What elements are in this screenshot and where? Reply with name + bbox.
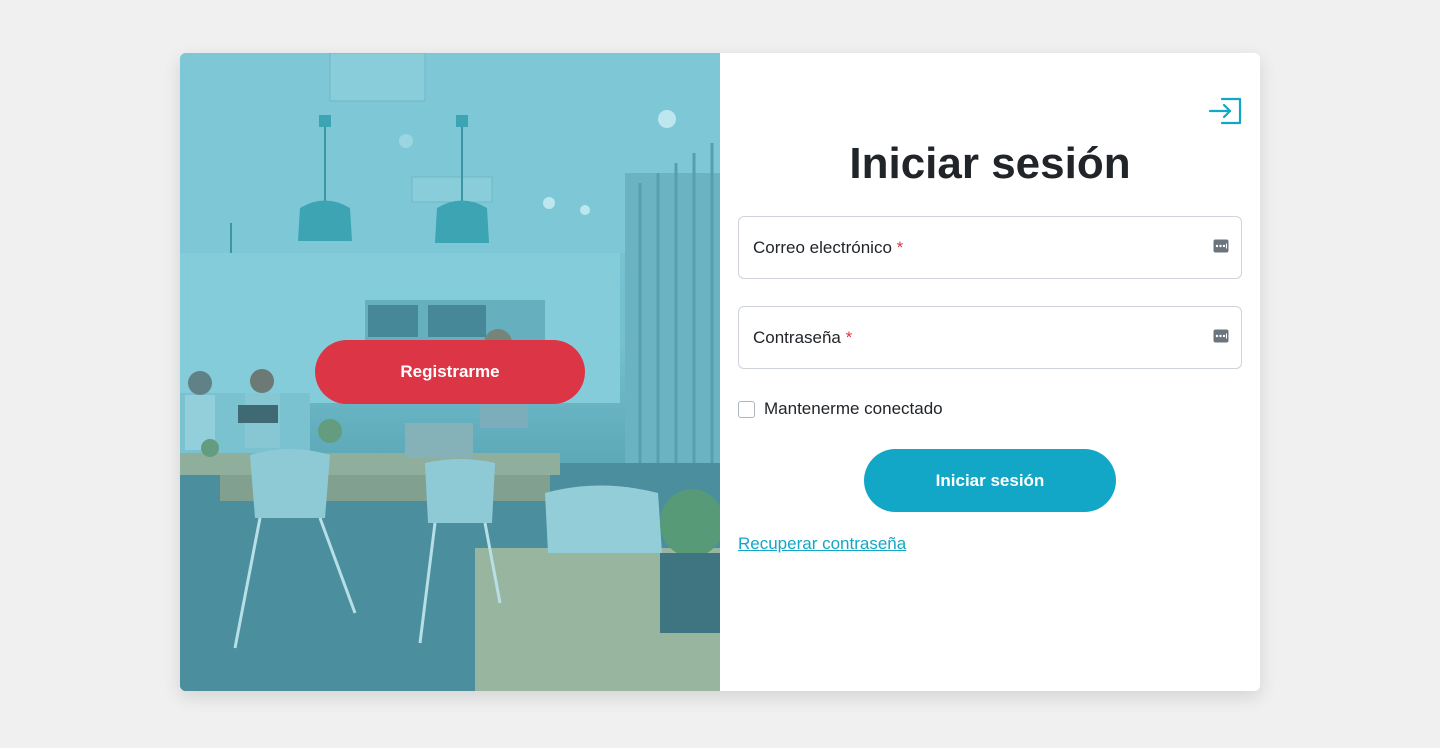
login-form-panel: Iniciar sesión Correo electrónico * Cont…	[720, 53, 1260, 691]
password-field[interactable]: Contraseña *	[738, 306, 1242, 369]
remember-me-checkbox[interactable]	[738, 400, 755, 418]
recover-password-link[interactable]: Recuperar contraseña	[738, 534, 906, 554]
page-title: Iniciar sesión	[849, 139, 1131, 188]
office-photo-panel: Registrarme	[180, 53, 720, 691]
remember-me-label[interactable]: Mantenerme conectado	[764, 399, 943, 419]
password-manager-key-icon[interactable]	[1213, 238, 1229, 254]
login-card: Registrarme Iniciar sesión Correo electr…	[180, 53, 1260, 691]
register-button[interactable]: Registrarme	[315, 340, 585, 404]
login-icon[interactable]	[1208, 95, 1244, 127]
login-button[interactable]: Iniciar sesión	[864, 449, 1116, 512]
password-manager-key-icon[interactable]	[1213, 328, 1229, 344]
email-field[interactable]: Correo electrónico *	[738, 216, 1242, 279]
remember-me[interactable]: Mantenerme conectado	[738, 399, 943, 419]
